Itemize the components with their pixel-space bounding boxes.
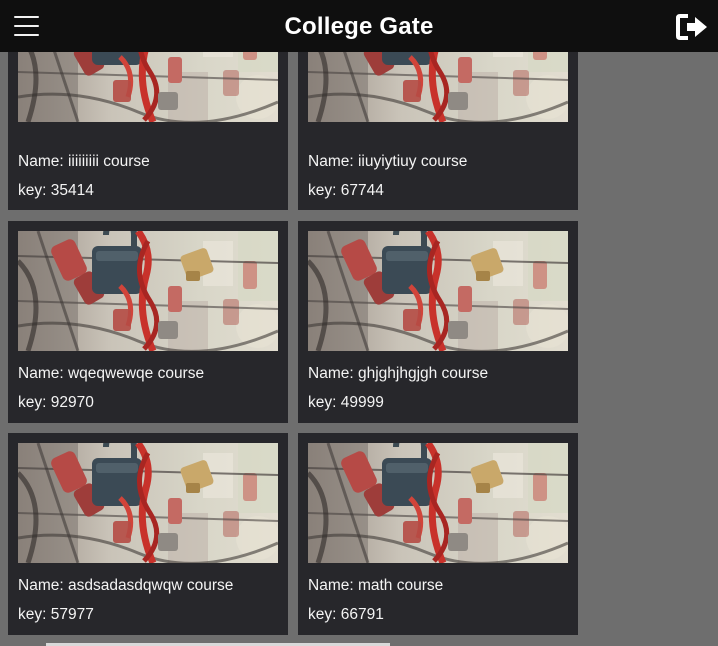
course-key: key: 49999 (308, 394, 384, 411)
course-card[interactable]: Name: math course key: 66791 (298, 433, 578, 635)
course-thumbnail (18, 231, 278, 351)
course-card[interactable]: Name: ghjghjhgjgh course key: 49999 (298, 221, 578, 423)
course-name: Name: iiiiiiiii course (18, 153, 150, 170)
course-name: Name: wqeqwewqe course (18, 365, 205, 382)
app-title: College Gate (284, 13, 434, 40)
course-key: key: 57977 (18, 606, 94, 623)
course-card[interactable]: Name: wqeqwewqe course key: 92970 (8, 221, 288, 423)
course-name: Name: math course (308, 577, 444, 594)
course-thumbnail (308, 443, 568, 563)
top-app-bar: College Gate (0, 0, 718, 52)
course-key: key: 66791 (308, 606, 384, 623)
course-name: Name: iiuyiytiuy course (308, 153, 468, 170)
course-key: key: 92970 (18, 394, 94, 411)
course-name: Name: asdsadasdqwqw course (18, 577, 234, 594)
course-card[interactable]: Name: asdsadasdqwqw course key: 57977 (8, 433, 288, 635)
course-name: Name: ghjghjhgjgh course (308, 365, 489, 382)
sign-out-icon[interactable] (676, 12, 710, 42)
course-key: key: 35414 (18, 182, 94, 199)
course-key: key: 67744 (308, 182, 384, 199)
course-thumbnail (18, 443, 278, 563)
app-page: College Gate Name: iiiiiiiii course key:… (0, 0, 718, 646)
course-thumbnail (308, 231, 568, 351)
